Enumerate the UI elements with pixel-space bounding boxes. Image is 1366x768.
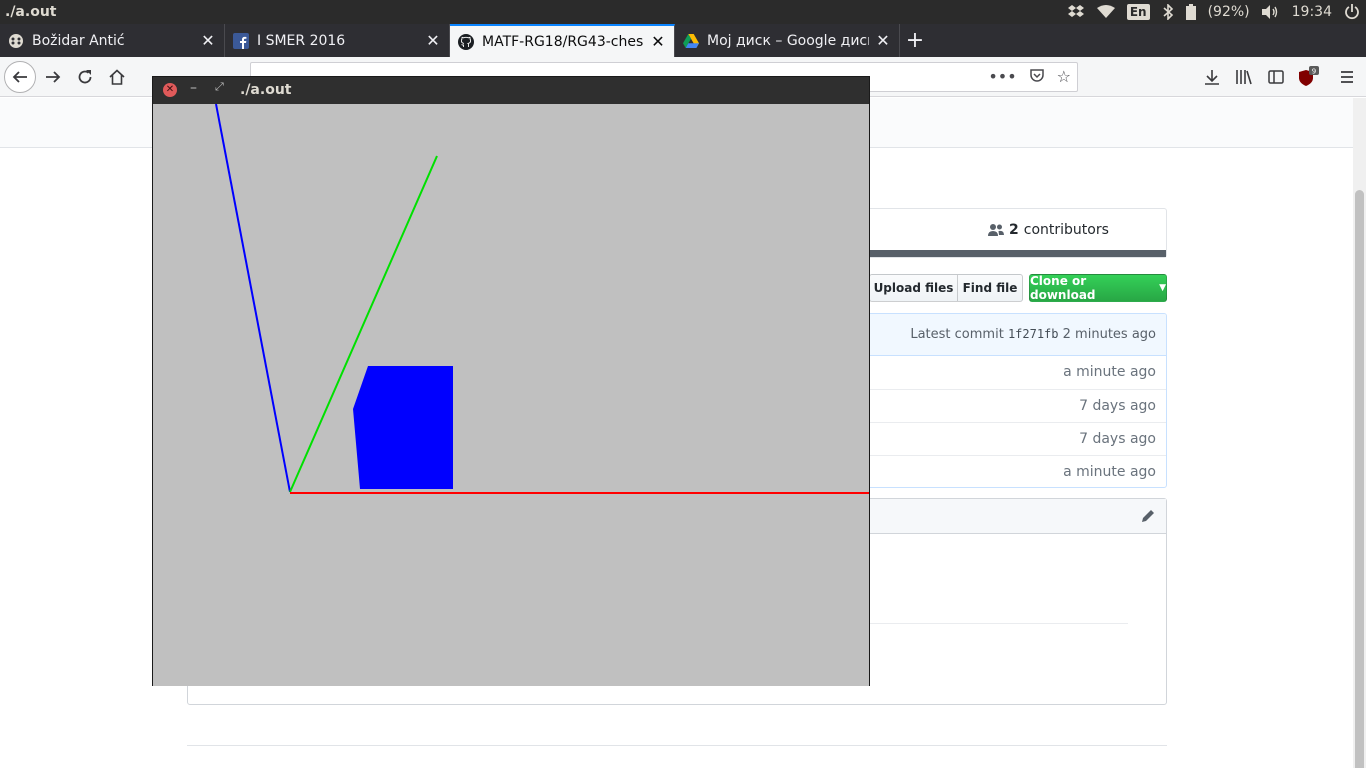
file-age: a minute ago [1063, 364, 1156, 380]
clock[interactable]: 19:34 [1292, 4, 1332, 20]
tab-i-smer-2016[interactable]: I SMER 2016 ✕ [225, 24, 450, 57]
canvas-background [153, 104, 869, 686]
latest-commit-info: Latest commit 1f271fb 2 minutes ago [910, 327, 1156, 342]
volume-icon[interactable] [1261, 5, 1280, 19]
tab-close-icon[interactable]: ✕ [425, 31, 441, 50]
pocket-icon[interactable] [1029, 67, 1045, 87]
back-button[interactable] [4, 61, 36, 93]
commit-age: 2 minutes ago [1062, 327, 1156, 342]
dropdown-caret-icon: ▼ [1159, 283, 1166, 293]
tab-label: Мој диск – Google диск [707, 32, 869, 49]
clone-or-download-button[interactable]: Clone or download ▼ [1029, 274, 1167, 302]
arrow-left-icon [12, 71, 27, 83]
reload-icon [78, 70, 92, 84]
window-close-button[interactable]: ✕ [163, 83, 177, 97]
pencil-icon[interactable] [1140, 508, 1156, 524]
file-age: 7 days ago [1079, 398, 1156, 414]
window-minimize-button[interactable]: – [190, 80, 197, 96]
downloads-icon[interactable] [1196, 61, 1228, 93]
sidebar-icon[interactable] [1260, 61, 1292, 93]
panel-indicators: En (92%) 19:34 [1067, 0, 1360, 24]
tab-label: Božidar Antić [32, 32, 125, 49]
app-window: ✕ – ⤢ ./a.out [152, 76, 870, 686]
tab-label: MATF-RG18/RG43-chess [482, 33, 644, 50]
page-scrollbar[interactable] [1353, 98, 1366, 768]
google-drive-favicon [683, 33, 699, 49]
home-button[interactable] [101, 61, 133, 93]
power-icon[interactable] [1344, 4, 1360, 20]
new-tab-button[interactable]: + [900, 24, 930, 57]
tab-close-icon[interactable]: ✕ [650, 32, 666, 51]
tab-close-icon[interactable]: ✕ [200, 31, 216, 50]
dropbox-icon[interactable] [1067, 4, 1085, 20]
keyboard-layout-indicator[interactable]: En [1126, 4, 1150, 20]
commit-sha-link[interactable]: 1f271fb [1008, 327, 1059, 341]
footer-divider [187, 745, 1167, 746]
contributors-count: 2 [1009, 222, 1019, 238]
bookmark-star-icon[interactable]: ☆ [1057, 67, 1071, 87]
tab-close-icon[interactable]: ✕ [875, 31, 891, 50]
active-window-title: ./a.out [5, 4, 57, 20]
app-window-title: ./a.out [240, 82, 292, 98]
latest-commit-label: Latest commit [910, 327, 1004, 342]
home-icon [109, 69, 125, 85]
app-window-titlebar[interactable]: ✕ – ⤢ ./a.out [153, 77, 869, 104]
contributors-link[interactable]: 2 contributors [988, 222, 1109, 238]
forward-button[interactable] [37, 61, 69, 93]
battery-percentage: (92%) [1207, 4, 1250, 20]
file-age: a minute ago [1063, 464, 1156, 480]
tab-bozidar-antic[interactable]: Božidar Antić ✕ [0, 24, 225, 57]
messenger-favicon [8, 33, 24, 49]
people-icon [988, 224, 1004, 236]
divider [868, 623, 1128, 624]
tab-label: I SMER 2016 [257, 32, 346, 49]
arrow-right-icon [46, 71, 61, 83]
extension-badge-count: 9 [1312, 68, 1316, 76]
blue-cube [353, 366, 453, 489]
facebook-favicon [233, 32, 249, 49]
opengl-canvas[interactable] [153, 104, 869, 686]
tab-strip: Božidar Antić ✕ I SMER 2016 ✕ MATF-RG18/… [0, 24, 1366, 57]
wifi-icon[interactable] [1096, 5, 1115, 19]
top-panel: ./a.out En (92%) 19:34 [0, 0, 1366, 24]
page-actions-icon[interactable]: ••• [988, 67, 1016, 87]
bluetooth-icon[interactable] [1162, 4, 1174, 20]
battery-icon[interactable] [1185, 4, 1196, 20]
github-favicon [458, 33, 474, 50]
tab-github-repo[interactable]: MATF-RG18/RG43-chess ✕ [450, 24, 675, 57]
library-icon[interactable] [1228, 61, 1260, 93]
menu-icon[interactable] [1331, 61, 1363, 93]
reload-button[interactable] [69, 61, 101, 93]
file-age: 7 days ago [1079, 431, 1156, 447]
clone-button-label: Clone or download [1030, 274, 1096, 302]
scrollbar-thumb[interactable] [1355, 190, 1364, 768]
tab-google-drive[interactable]: Мој диск – Google диск ✕ [675, 24, 900, 57]
window-maximize-button[interactable]: ⤢ [215, 80, 224, 94]
url-bar-actions: ••• ☆ [988, 67, 1071, 87]
upload-files-button[interactable]: Upload files [869, 274, 958, 302]
find-file-button[interactable]: Find file [957, 274, 1023, 302]
contributors-label: contributors [1023, 222, 1109, 238]
ublock-extension-icon[interactable]: 9 [1292, 61, 1324, 93]
